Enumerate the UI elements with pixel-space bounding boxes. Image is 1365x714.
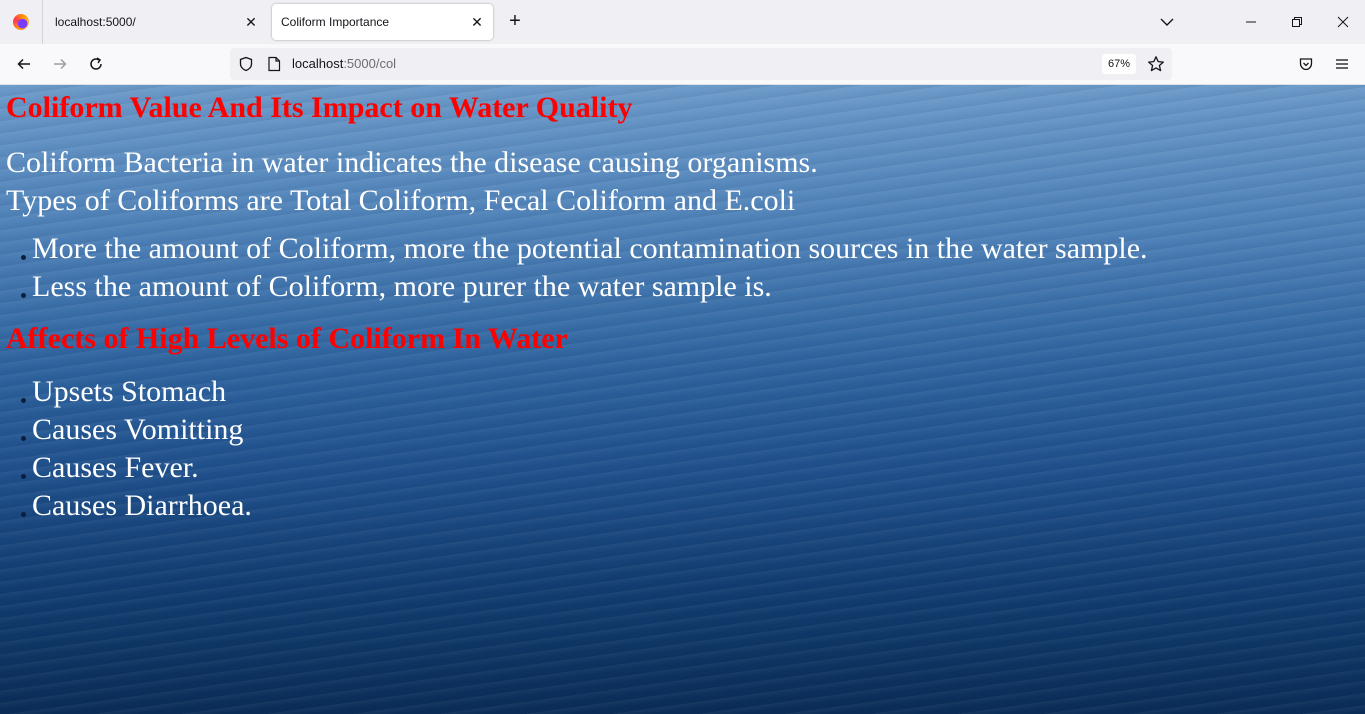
restore-icon[interactable] xyxy=(1274,0,1320,44)
tab-coliform-importance[interactable]: Coliform Importance ✕ xyxy=(272,4,493,40)
back-arrow-icon[interactable] xyxy=(12,52,36,76)
list-item: Less the amount of Coliform, more purer … xyxy=(21,270,772,303)
shield-icon[interactable] xyxy=(238,56,254,72)
tab-title: localhost:5000/ xyxy=(55,15,136,29)
forward-arrow-icon[interactable] xyxy=(48,52,72,76)
list-all-tabs-icon[interactable] xyxy=(1157,12,1177,32)
page-content: Coliform Value And Its Impact on Water Q… xyxy=(0,85,1365,714)
affects-heading: Affects of High Levels of Coliform In Wa… xyxy=(6,322,568,355)
url-text[interactable]: localhost:5000/col xyxy=(292,56,396,71)
pocket-icon[interactable] xyxy=(1294,52,1318,76)
zoom-indicator[interactable]: 67% xyxy=(1102,54,1136,74)
hamburger-menu-icon[interactable] xyxy=(1330,52,1354,76)
tab-title: Coliform Importance xyxy=(281,15,390,29)
new-tab-icon[interactable]: + xyxy=(503,10,527,34)
minimize-icon[interactable] xyxy=(1228,0,1274,44)
page-title: Coliform Value And Its Impact on Water Q… xyxy=(6,91,633,124)
list-item: Upsets Stomach xyxy=(20,375,227,408)
close-tab-icon[interactable]: ✕ xyxy=(469,14,485,30)
intro-line-2: Types of Coliforms are Total Coliform, F… xyxy=(6,184,796,217)
firefox-logo-icon xyxy=(13,14,29,30)
tab-strip: localhost:5000/ ✕ Coliform Importance ✕ … xyxy=(0,0,1365,44)
tab-localhost[interactable]: localhost:5000/ ✕ xyxy=(43,4,267,40)
list-item: More the amount of Coliform, more the po… xyxy=(21,232,1148,265)
url-host: localhost xyxy=(292,56,344,71)
intro-line-1: Coliform Bacteria in water indicates the… xyxy=(6,146,818,179)
address-bar[interactable]: localhost:5000/col 67% xyxy=(230,48,1172,80)
close-window-icon[interactable] xyxy=(1320,0,1365,44)
page-info-icon[interactable] xyxy=(267,56,281,72)
reload-icon[interactable] xyxy=(84,52,108,76)
navigation-toolbar: localhost:5000/col 67% xyxy=(0,44,1365,85)
list-item: Causes Diarrhoea. xyxy=(21,489,252,522)
close-tab-icon[interactable]: ✕ xyxy=(243,14,259,30)
url-path: :5000/col xyxy=(343,56,397,71)
list-item: Causes Fever. xyxy=(21,451,199,484)
firefox-menu[interactable] xyxy=(0,0,42,44)
list-item: Causes Vomitting xyxy=(20,413,244,446)
bookmark-star-icon[interactable] xyxy=(1147,55,1165,73)
